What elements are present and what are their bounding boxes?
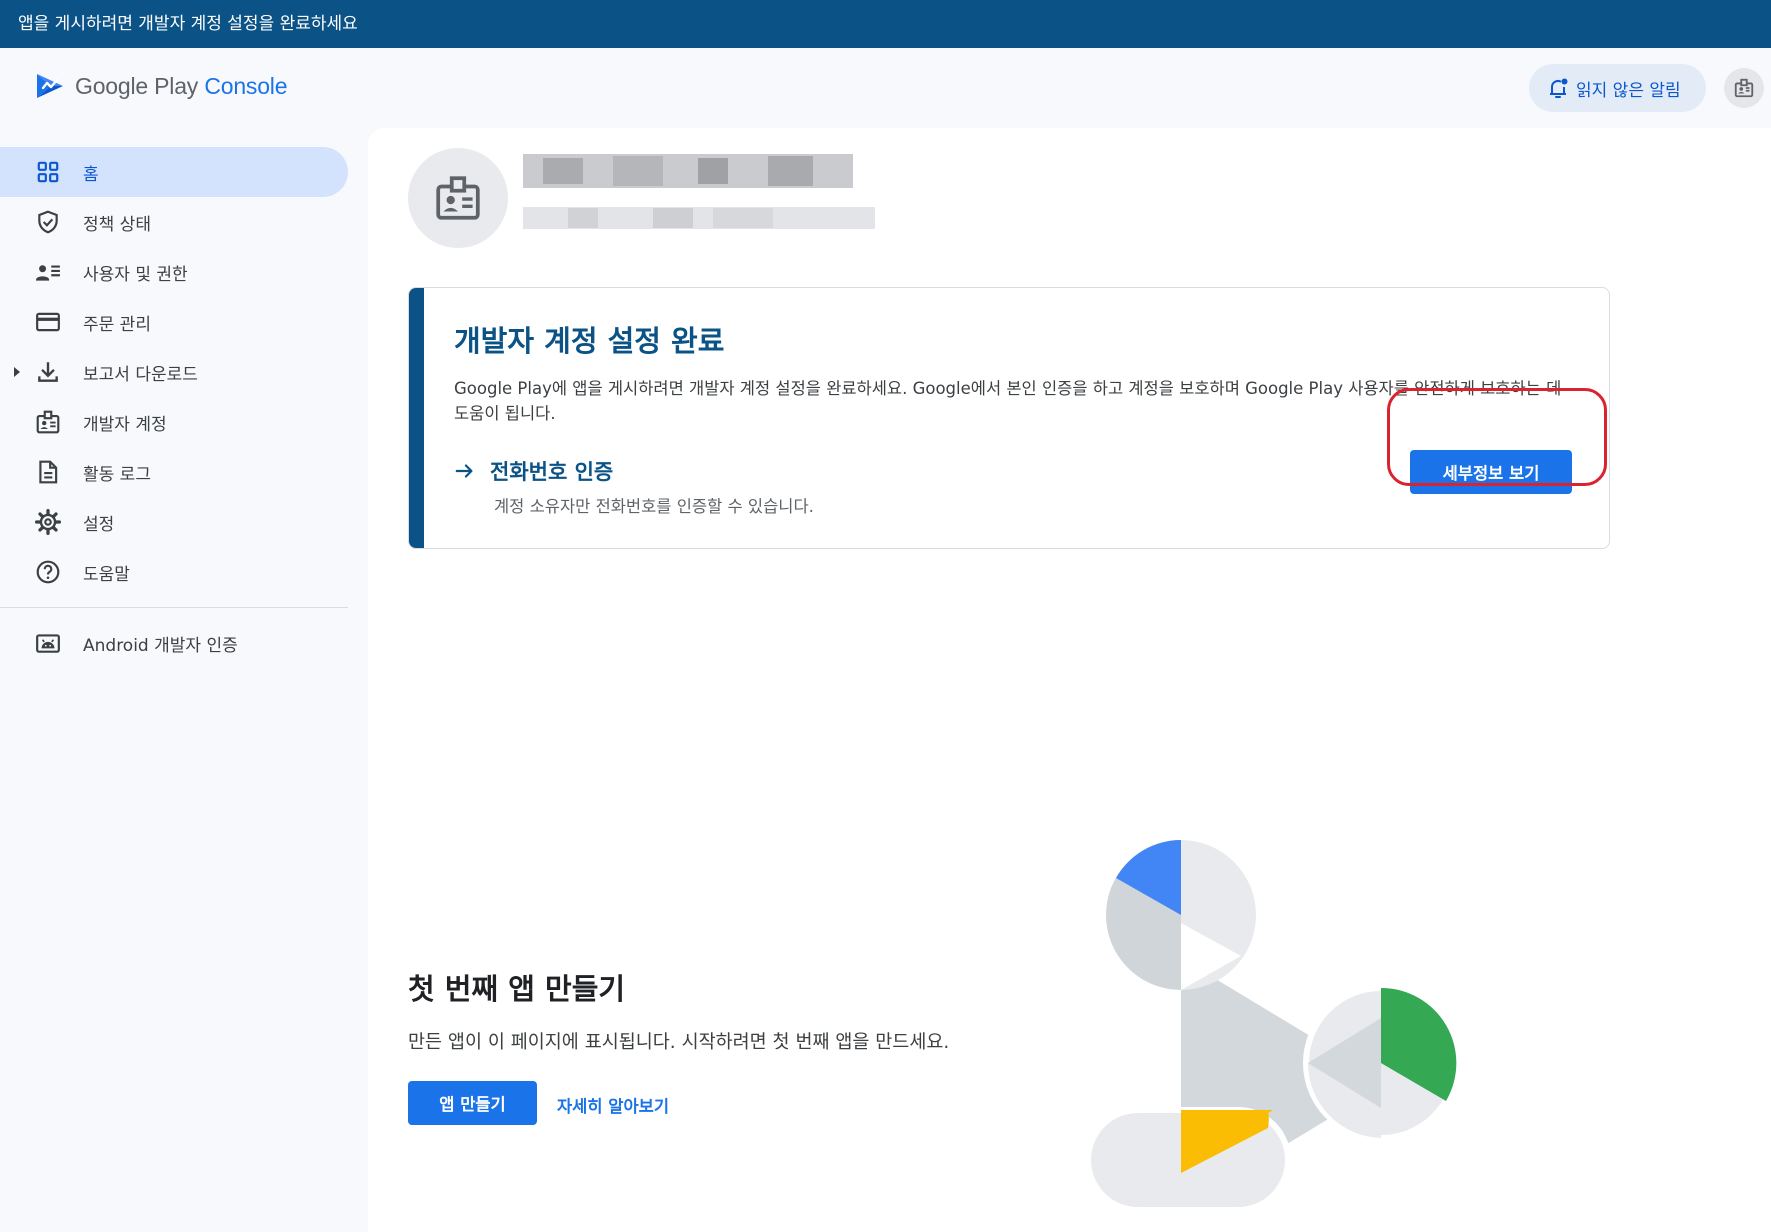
- play-console-logo-icon: [37, 74, 63, 98]
- create-app-button[interactable]: 앱 만들기: [408, 1081, 537, 1125]
- sidebar-item-home[interactable]: 홈: [0, 147, 348, 197]
- learn-more-link[interactable]: 자세히 알아보기: [557, 1093, 669, 1117]
- sidebar-item-order-management[interactable]: 주문 관리: [0, 297, 348, 347]
- setup-banner: 앱을 게시하려면 개발자 계정 설정을 완료하세요: [0, 0, 1771, 48]
- unread-notifications-button[interactable]: 읽지 않은 알림: [1529, 64, 1706, 112]
- empty-state-illustration: [1085, 840, 1459, 1213]
- logo-console-text: Console: [204, 72, 288, 99]
- arrow-right-icon: [455, 464, 473, 478]
- sidebar-item-android-developer-verification[interactable]: Android 개발자 인증: [0, 618, 348, 668]
- view-details-button[interactable]: 세부정보 보기: [1410, 450, 1572, 494]
- gear-icon: [34, 508, 62, 536]
- sidebar-item-users-permissions[interactable]: 사용자 및 권한: [0, 247, 348, 297]
- document-icon: [34, 458, 62, 486]
- logo-text: Google Play Console: [75, 72, 288, 100]
- task-subtitle: 계정 소유자만 전화번호를 인증할 수 있습니다.: [494, 497, 814, 516]
- sidebar-divider: [0, 607, 348, 608]
- bell-icon: [1550, 78, 1568, 98]
- sidebar-item-label: 정책 상태: [83, 214, 151, 235]
- android-icon: [34, 629, 62, 657]
- card-accent-stripe: [409, 288, 424, 548]
- credit-card-icon: [34, 308, 62, 336]
- developer-avatar: [408, 148, 508, 248]
- dashboard-grid-icon: [34, 158, 62, 186]
- notifications-label: 읽지 않은 알림: [1576, 80, 1681, 101]
- phone-verification-task[interactable]: 전화번호 인증: [454, 456, 613, 486]
- sidebar-item-label: 도움말: [83, 564, 130, 585]
- sidebar-item-help[interactable]: 도움말: [0, 547, 348, 597]
- illustration-bottom-pill: [1085, 1107, 1291, 1213]
- sidebar-item-label: 사용자 및 권한: [83, 264, 188, 285]
- illustration-top-circle: [1106, 840, 1256, 990]
- account-badge-icon: [1734, 78, 1754, 98]
- sidebar-item-label: 활동 로그: [83, 464, 151, 485]
- card-description: Google Play에 앱을 게시하려면 개발자 계정 설정을 완료하세요. …: [454, 379, 1562, 423]
- sidebar-item-download-reports[interactable]: 보고서 다운로드: [0, 347, 348, 397]
- main-content: 개발자 계정 설정 완료 Google Play에 앱을 게시하려면 개발자 계…: [368, 128, 1771, 1232]
- sidebar-item-label: 홈: [83, 164, 99, 185]
- sidebar-item-activity-log[interactable]: 활동 로그: [0, 447, 348, 497]
- account-button[interactable]: [1724, 68, 1764, 108]
- help-circle-icon: [34, 558, 62, 586]
- task-title: 전화번호 인증: [490, 460, 614, 484]
- shield-check-icon: [34, 208, 62, 236]
- first-app-title: 첫 번째 앱 만들기: [408, 972, 626, 1006]
- badge-icon: [34, 408, 62, 436]
- sidebar-item-label: 설정: [83, 514, 115, 535]
- top-header: Google Play Console 읽지 않은 알림: [0, 48, 1771, 128]
- sidebar-item-settings[interactable]: 설정: [0, 497, 348, 547]
- logo-google-play-text: Google Play: [75, 72, 199, 99]
- sidebar: 홈 정책 상태 사용자 및 권한 주문 관리 보고서 다운로드 개발자 계정 활…: [0, 128, 368, 1232]
- sidebar-item-label: 주문 관리: [83, 314, 151, 335]
- expand-caret-icon[interactable]: [12, 365, 22, 379]
- account-setup-card: 개발자 계정 설정 완료 Google Play에 앱을 게시하려면 개발자 계…: [408, 287, 1610, 549]
- banner-text: 앱을 게시하려면 개발자 계정 설정을 완료하세요: [18, 14, 358, 34]
- play-console-logo[interactable]: Google Play Console: [34, 70, 288, 102]
- first-app-description: 만든 앱이 이 페이지에 표시됩니다. 시작하려면 첫 번째 앱을 만드세요.: [408, 1032, 950, 1053]
- card-title: 개발자 계정 설정 완료: [454, 324, 725, 358]
- sidebar-item-label: Android 개발자 인증: [83, 635, 238, 656]
- download-icon: [34, 358, 62, 386]
- illustration-right-circle: [1303, 985, 1459, 1141]
- badge-icon: [436, 176, 480, 220]
- users-list-icon: [34, 258, 62, 286]
- sidebar-item-developer-account[interactable]: 개발자 계정: [0, 397, 348, 447]
- sidebar-item-label: 개발자 계정: [83, 414, 167, 435]
- sidebar-item-policy-status[interactable]: 정책 상태: [0, 197, 348, 247]
- sidebar-item-label: 보고서 다운로드: [83, 364, 198, 385]
